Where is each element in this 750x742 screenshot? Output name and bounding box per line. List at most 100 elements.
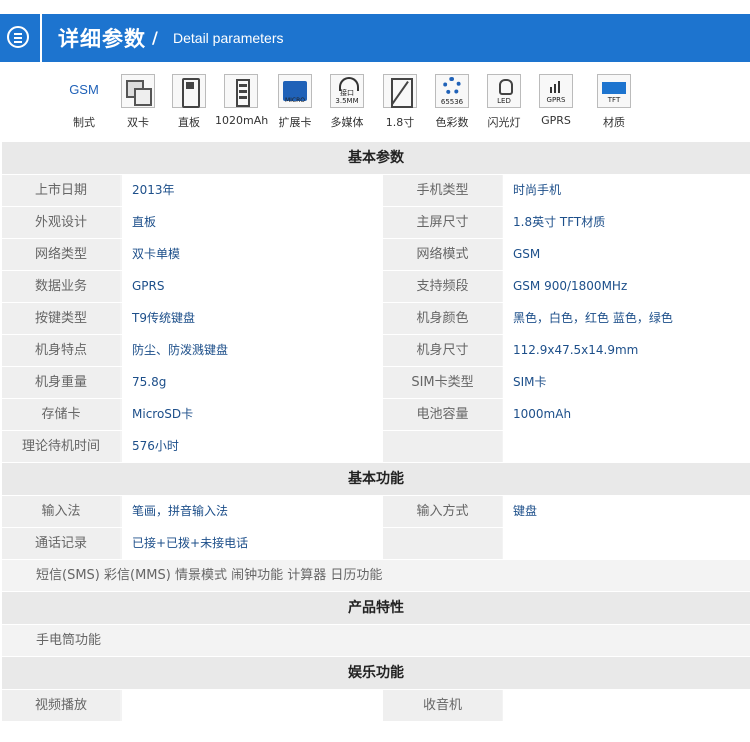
gprs-icon: GPRS (539, 74, 573, 108)
spec-value: 防尘、防泼溅键盘 (122, 335, 383, 366)
feature-label: 材质 (603, 116, 625, 129)
page-subtitle: Detail parameters (173, 30, 284, 46)
spec-value: 1000mAh (503, 399, 750, 430)
title-separator: / (152, 28, 158, 47)
feature-tft: TFT 材质 (588, 74, 640, 130)
spec-key: 存储卡 (2, 399, 120, 430)
dual-sim-icon (121, 74, 155, 108)
spec-key: 数据业务 (2, 271, 120, 302)
color-icon: 65536 (435, 74, 469, 108)
table-row: 通话记录 已接+已拨+未接电话 (2, 528, 750, 559)
led-icon: LED (487, 74, 521, 108)
table-row: 上市日期 2013年 手机类型 时尚手机 (2, 175, 750, 206)
spec-value (503, 690, 750, 721)
spec-key: 理论待机时间 (2, 431, 120, 462)
menu-icon-box (0, 14, 42, 62)
feature-dual-sim: 双卡 (112, 74, 164, 130)
spec-value: 已接+已拨+未接电话 (122, 528, 383, 559)
spec-key: 机身特点 (2, 335, 120, 366)
spec-value: 直板 (122, 207, 383, 238)
section-title-feature: 产品特性 (2, 592, 750, 624)
spec-value (503, 431, 750, 462)
feature-label: 制式 (73, 116, 95, 129)
table-row: 理论待机时间 576小时 (2, 431, 750, 462)
feature-label: 1020mAh (215, 114, 269, 127)
spec-value: SIM卡 (503, 367, 750, 398)
feature-gprs: GPRS GPRS (530, 74, 582, 127)
list-icon (7, 26, 29, 48)
spec-key (383, 528, 502, 559)
tft-icon: TFT (597, 74, 631, 108)
spec-value: GSM 900/1800MHz (503, 271, 750, 302)
spec-value: MicroSD卡 (122, 399, 383, 430)
table-row: 网络类型 双卡单模 网络模式 GSM (2, 239, 750, 270)
spec-table: 基本参数 上市日期 2013年 手机类型 时尚手机 外观设计 直板 主屏尺寸 1… (2, 142, 750, 722)
feature-led: LED 闪光灯 (478, 74, 530, 130)
spec-key: 手机类型 (383, 175, 502, 206)
feature-screen-size: 1.8寸 (374, 74, 426, 130)
section-title-entertainment: 娱乐功能 (2, 657, 750, 689)
table-row: 短信(SMS) 彩信(MMS) 情景模式 闹钟功能 计算器 日历功能 (2, 560, 750, 591)
page-title: 详细参数 (58, 27, 146, 51)
spec-key: 机身颜色 (383, 303, 502, 334)
feature-headphone: 接口 3.5MM 多媒体 (321, 74, 373, 130)
spec-value (122, 690, 383, 721)
screen-size-icon (383, 74, 417, 108)
spec-value: 黑色，白色，红色 蓝色，绿色 (503, 303, 750, 334)
spec-key: 通话记录 (2, 528, 120, 559)
spec-value: GSM (503, 239, 750, 270)
spec-key: 按键类型 (2, 303, 120, 334)
feature-label: 1.8寸 (385, 116, 415, 129)
section-title-function: 基本功能 (2, 463, 750, 495)
spec-key: 机身尺寸 (383, 335, 502, 366)
table-row: 视频播放 收音机 (2, 690, 750, 721)
bar-phone-icon (172, 74, 206, 108)
table-row: 外观设计 直板 主屏尺寸 1.8英寸 TFT材质 (2, 207, 750, 238)
feature-color: 65536 色彩数 (426, 74, 478, 130)
spec-value (503, 528, 750, 559)
feature-label: 直板 (178, 116, 200, 129)
table-row: 存储卡 MicroSD卡 电池容量 1000mAh (2, 399, 750, 430)
feature-battery: 1020mAh (215, 74, 269, 127)
spec-key: 电池容量 (383, 399, 502, 430)
spec-key: 机身重量 (2, 367, 120, 398)
spec-key: SIM卡类型 (383, 367, 502, 398)
table-row: 数据业务 GPRS 支持频段 GSM 900/1800MHz (2, 271, 750, 302)
spec-key: 输入方式 (383, 496, 502, 527)
section-title-basic: 基本参数 (2, 142, 750, 174)
feature-label: 多媒体 (330, 116, 364, 129)
spec-value: GPRS (122, 271, 383, 302)
feature-bar-phone: 直板 (163, 74, 215, 130)
gsm-icon: GSM (67, 74, 101, 108)
feature-label: 色彩数 (435, 116, 469, 129)
spec-value: 双卡单模 (122, 239, 383, 270)
table-row: 机身特点 防尘、防泼溅键盘 机身尺寸 112.9x47.5x14.9mm (2, 335, 750, 366)
spec-value: 键盘 (503, 496, 750, 527)
table-row: 机身重量 75.8g SIM卡类型 SIM卡 (2, 367, 750, 398)
spec-value: 时尚手机 (503, 175, 750, 206)
spec-key (383, 431, 502, 462)
table-row: 手电筒功能 (2, 625, 750, 656)
spec-key: 收音机 (383, 690, 502, 721)
spec-value: 2013年 (122, 175, 383, 206)
feature-micro-sd: MICRO 扩展卡 (269, 74, 321, 130)
spec-key: 支持频段 (383, 271, 502, 302)
header-bar: 详细参数 / Detail parameters (0, 14, 750, 62)
spec-key: 视频播放 (2, 690, 120, 721)
spec-key: 上市日期 (2, 175, 120, 206)
headphone-icon: 接口 3.5MM (330, 74, 364, 108)
feature-label: 双卡 (127, 116, 149, 129)
spec-value: T9传统键盘 (122, 303, 383, 334)
table-row: 按键类型 T9传统键盘 机身颜色 黑色，白色，红色 蓝色，绿色 (2, 303, 750, 334)
table-row: 输入法 笔画，拼音输入法 输入方式 键盘 (2, 496, 750, 527)
feature-label: 扩展卡 (278, 116, 312, 129)
spec-key: 外观设计 (2, 207, 120, 238)
function-note: 短信(SMS) 彩信(MMS) 情景模式 闹钟功能 计算器 日历功能 (2, 560, 750, 591)
micro-sd-icon: MICRO (278, 74, 312, 108)
feature-label: 闪光灯 (487, 116, 521, 129)
spec-key: 主屏尺寸 (383, 207, 502, 238)
spec-value: 1.8英寸 TFT材质 (503, 207, 750, 238)
spec-value: 笔画，拼音输入法 (122, 496, 383, 527)
spec-key: 网络模式 (383, 239, 502, 270)
battery-icon (224, 74, 258, 108)
